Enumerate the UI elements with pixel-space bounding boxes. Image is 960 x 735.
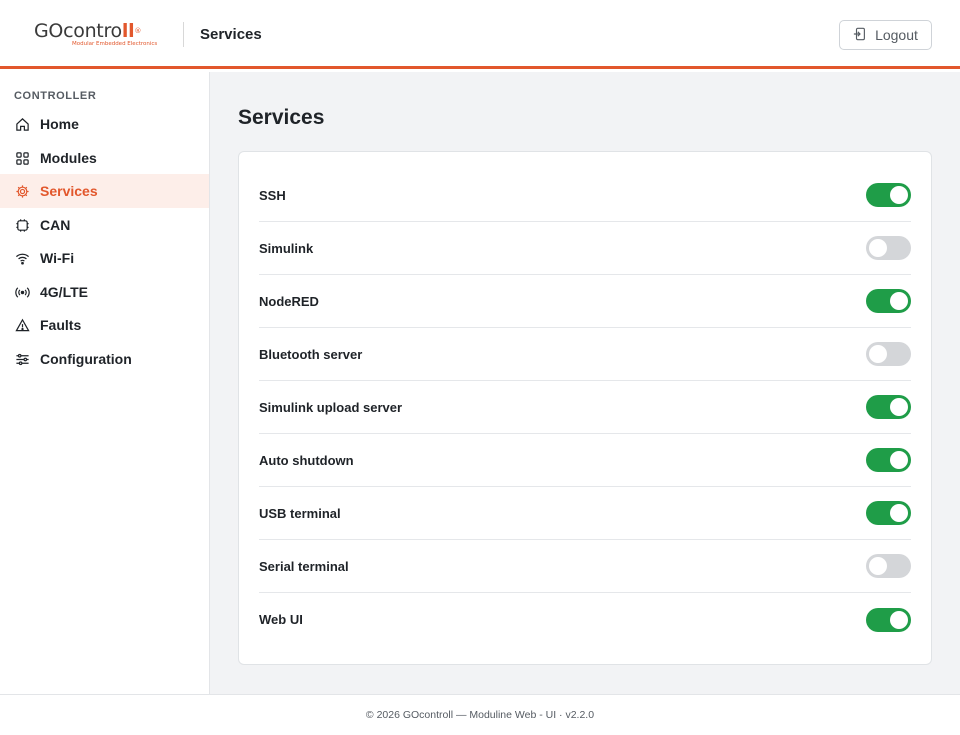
auto-shutdown-toggle[interactable] xyxy=(866,448,911,472)
ssh-toggle[interactable] xyxy=(866,183,911,207)
toggle-knob xyxy=(890,610,908,629)
web-ui-toggle[interactable] xyxy=(866,607,911,632)
sidebar-item-label: Configuration xyxy=(40,351,132,367)
services-card: SSH Simulink NodeRED Bluetooth server Si… xyxy=(238,151,932,665)
main-content: Services SSH Simulink NodeRED Bluetooth … xyxy=(210,72,960,694)
app-header: GOcontroll® Modular Embedded Electronics… xyxy=(0,0,960,69)
wifi-icon xyxy=(14,250,30,266)
sidebar-item-can[interactable]: CAN xyxy=(0,208,209,242)
sidebar-item-configuration[interactable]: Configuration xyxy=(0,342,209,376)
usb-terminal-toggle[interactable] xyxy=(866,501,911,525)
sidebar: CONTROLLER Home Modules Services CAN Wi-… xyxy=(0,72,210,694)
service-label: Simulink xyxy=(259,240,314,256)
sidebar-item-4g-lte[interactable]: 4G/LTE xyxy=(0,275,209,309)
service-row-ssh: SSH xyxy=(259,169,911,222)
home-icon xyxy=(14,116,30,132)
toggle-knob xyxy=(890,186,908,204)
logout-icon xyxy=(853,27,867,44)
chip-icon xyxy=(14,217,30,233)
sidebar-item-label: CAN xyxy=(40,217,71,233)
service-label: NodeRED xyxy=(259,293,319,309)
service-row-usb-terminal: USB terminal xyxy=(259,487,911,540)
toggle-knob xyxy=(869,557,887,575)
antenna-icon xyxy=(14,284,30,300)
sidebar-item-label: 4G/LTE xyxy=(40,284,88,300)
footer-text: © 2026 GOcontroll — Moduline Web - UI · … xyxy=(365,709,595,721)
service-row-auto-shutdown: Auto shutdown xyxy=(259,434,911,487)
sidebar-item-label: Faults xyxy=(40,317,82,333)
sidebar-item-home[interactable]: Home xyxy=(0,107,209,141)
toggle-knob xyxy=(869,239,887,257)
service-row-simulink: Simulink xyxy=(259,222,911,275)
service-label: Serial terminal xyxy=(259,558,349,574)
logo-wordmark: GOcontroll® xyxy=(34,20,142,42)
sidebar-item-label: Modules xyxy=(40,150,97,166)
service-label: Web UI xyxy=(259,612,303,627)
modules-icon xyxy=(14,150,30,166)
service-label: Bluetooth server xyxy=(259,346,363,362)
toggle-knob xyxy=(890,504,908,522)
footer: © 2026 GOcontroll — Moduline Web - UI · … xyxy=(0,694,960,735)
logout-label: Logout xyxy=(875,27,918,43)
sidebar-item-modules[interactable]: Modules xyxy=(0,141,209,175)
sidebar-item-faults[interactable]: Faults xyxy=(0,308,209,342)
service-row-simulink-upload-server: Simulink upload server xyxy=(259,381,911,434)
gocontroll-logo[interactable]: GOcontroll® Modular Embedded Electronics xyxy=(34,22,166,48)
sidebar-item-label: Wi-Fi xyxy=(40,250,75,266)
header-divider xyxy=(183,22,184,47)
simulink-toggle[interactable] xyxy=(866,236,911,260)
sidebar-item-services[interactable]: Services xyxy=(0,174,209,208)
toggle-knob xyxy=(890,398,908,416)
service-label: USB terminal xyxy=(259,505,341,521)
sliders-icon xyxy=(14,351,30,367)
bluetooth-server-toggle[interactable] xyxy=(866,342,911,366)
page-header-title: Services xyxy=(200,26,262,43)
service-label: Simulink upload server xyxy=(259,399,403,415)
sidebar-item-wifi[interactable]: Wi-Fi xyxy=(0,241,209,275)
sidebar-section-label: CONTROLLER xyxy=(14,90,97,102)
logo-tagline: Modular Embedded Electronics xyxy=(72,41,158,47)
warning-icon xyxy=(14,317,30,333)
service-row-serial-terminal: Serial terminal xyxy=(259,540,911,593)
service-row-nodered: NodeRED xyxy=(259,275,911,328)
page-title: Services xyxy=(238,106,325,129)
serial-terminal-toggle[interactable] xyxy=(866,554,911,578)
logout-button[interactable]: Logout xyxy=(839,20,932,50)
sidebar-item-label: Home xyxy=(40,116,79,132)
toggle-knob xyxy=(890,451,908,469)
toggle-knob xyxy=(890,292,908,310)
gear-icon xyxy=(14,183,30,199)
service-label: Auto shutdown xyxy=(259,452,354,468)
service-label: SSH xyxy=(259,187,286,203)
simulink-upload-server-toggle[interactable] xyxy=(866,395,911,419)
nodered-toggle[interactable] xyxy=(866,289,911,313)
sidebar-item-label: Services xyxy=(40,183,98,199)
toggle-knob xyxy=(869,345,887,363)
service-row-web-ui: Web UI xyxy=(259,593,911,646)
service-row-bluetooth-server: Bluetooth server xyxy=(259,328,911,381)
